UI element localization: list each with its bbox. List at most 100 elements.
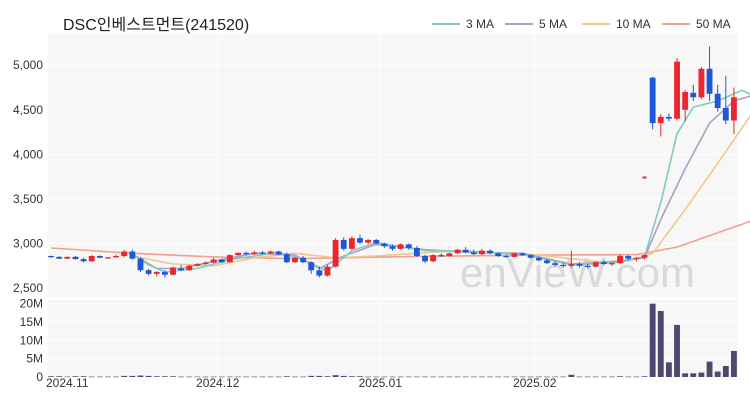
candle-body [478,250,485,255]
candle-body [178,268,185,271]
volume-tick-label: 15M [20,315,43,329]
candle-body [649,77,656,124]
volume-bar [292,376,298,378]
price-tick-label: 5,000 [13,58,43,72]
candle-body [381,243,388,247]
x-tick-label: 2025.01 [359,376,403,390]
price-marker [642,176,647,179]
volume-bar [609,376,615,378]
candle-body [665,116,672,119]
volume-bar [170,376,176,377]
candle-body [218,259,225,263]
candle-body [373,239,380,244]
candle-body [129,251,136,259]
candle-body [584,265,591,267]
volume-bar [186,376,193,378]
volume-bar [145,375,152,377]
volume-bar [267,376,274,378]
volume-bar [470,376,477,378]
candle-body [641,255,648,258]
candle-body [300,257,307,263]
candle-body [243,252,250,255]
volume-panel [47,300,738,377]
volume-bar [560,376,567,378]
volume-bar [96,376,103,378]
candle-body [657,116,664,124]
candle-body [283,254,290,263]
candle-body [527,255,534,258]
candle-body [413,247,420,256]
volume-bar [478,376,485,378]
price-tick-label: 3,000 [13,237,43,251]
volume-bar [430,376,437,378]
candle-body [105,257,111,259]
candle-body [674,61,680,119]
volume-tick-label: 5M [26,352,43,366]
candle-body [568,264,575,266]
candle-body [186,265,193,271]
volume-bar [243,376,250,378]
candle-body [560,264,567,267]
candle-body [137,258,144,271]
volume-tick-label: 20M [20,297,43,311]
candle-body [690,92,697,98]
candle-body [324,266,331,276]
candle-body [535,257,542,261]
candle-body [446,253,453,256]
volume-bar [137,375,144,377]
candle-body [210,259,217,263]
volume-bar [283,376,290,377]
candle-body [625,255,632,259]
volume-bar [649,303,656,377]
volume-bar [682,373,689,377]
volume-bar [674,324,680,377]
volume-bar [332,375,339,377]
candle-body [389,246,396,249]
candle-body [145,270,152,274]
candle-body [316,270,323,276]
volume-bar [446,376,453,378]
volume-bar [121,375,128,377]
candle-body [80,259,87,262]
volume-bar [275,376,282,378]
candle-body [470,252,477,255]
candle-body [462,249,469,253]
candle-body [552,263,559,265]
volume-bar [324,376,331,377]
volume-bar [129,375,136,377]
volume-bar [495,376,502,378]
volume-bar [438,376,445,378]
volume-bar [731,350,737,377]
candle-body [405,244,412,248]
candle-body [267,251,274,254]
candle-body [357,238,363,243]
price-tick-label: 4,000 [13,147,43,161]
candle-body [96,255,103,258]
candle-body [194,264,201,266]
volume-bar [316,375,323,377]
volume-bar [576,376,583,378]
volume-bar [503,376,510,378]
candle-body [348,238,355,249]
candle-body [438,255,445,257]
candle-body [397,244,404,249]
volume-bar [665,362,672,377]
candle-body [503,255,510,258]
candle-body [161,272,168,275]
price-tick-label: 2,500 [13,281,43,295]
candle-body [292,257,298,263]
volume-bar [706,361,713,377]
volume-bar [348,376,355,377]
candle-body [519,253,526,256]
volume-bar [714,371,721,377]
candle-body [454,249,461,254]
candle-body [153,272,160,274]
chart-canvas: enVieW.com 2,5003,0003,5004,0004,5005,00… [13,34,750,390]
stock-chart: DSC인베스트먼트(241520) 3 MA 5 MA 10 MA 50 MA … [0,0,750,400]
candle-body [72,256,79,260]
candle-body [202,262,209,265]
volume-bar [722,366,729,377]
candle-body [48,255,54,258]
volume-bar [413,376,420,378]
volume-bar [625,376,632,378]
